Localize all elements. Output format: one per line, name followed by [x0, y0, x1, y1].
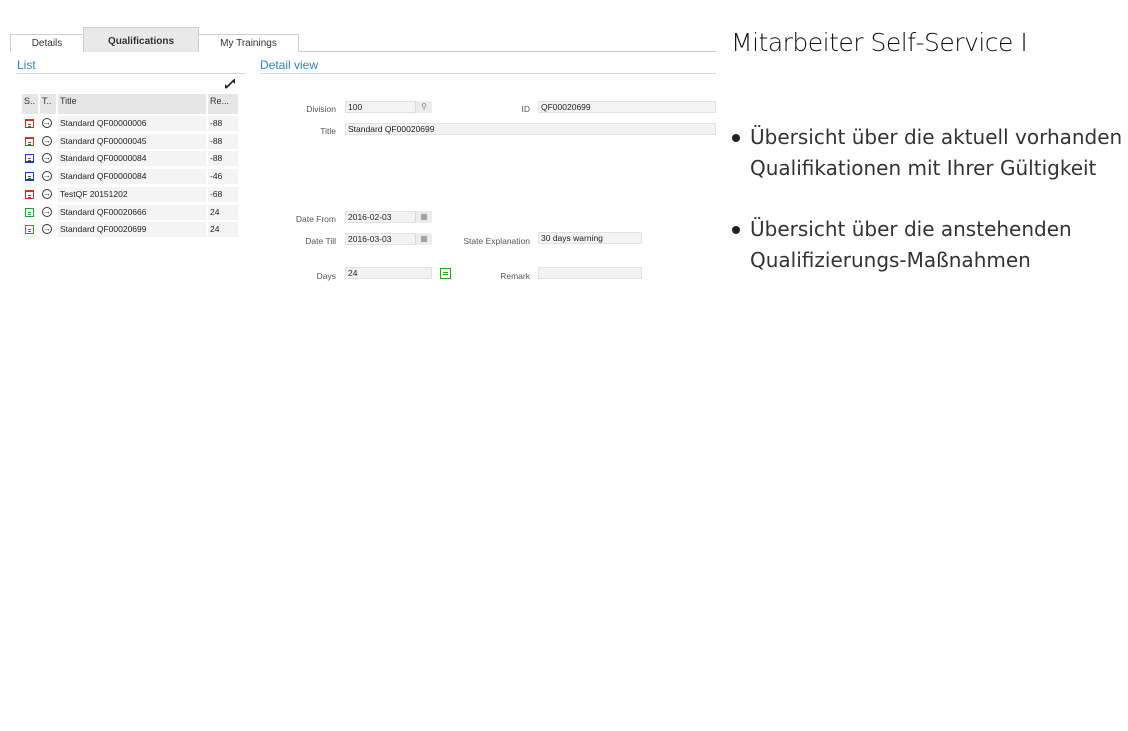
column-header-type[interactable]: T..: [40, 94, 56, 114]
detail-section-title: Detail view: [260, 58, 319, 72]
table-row[interactable]: → Standard QF00000006 -88: [22, 116, 238, 131]
list-header: S.. T.. Title Re...: [22, 94, 238, 114]
table-row[interactable]: → Standard QF00020699 24: [22, 222, 238, 237]
search-icon[interactable]: ⚲: [415, 101, 432, 113]
state-explanation-label: State Explanation: [463, 236, 530, 246]
bullet-item: Übersicht über die aktuell vorhanden Qua…: [732, 122, 1124, 184]
remaining-cell: 24: [208, 205, 238, 220]
list-divider: [17, 73, 245, 74]
remaining-cell: 24: [208, 222, 238, 237]
status-cell: [22, 169, 38, 184]
arrow-right-icon[interactable]: →: [42, 189, 52, 199]
title-cell: Standard QF00020666: [58, 205, 206, 220]
status-blue-icon: [25, 172, 34, 181]
status-green-icon: [25, 208, 34, 217]
calendar-icon[interactable]: ▦: [415, 233, 432, 245]
date-till-label: Date Till: [305, 236, 336, 246]
tab-qualifications[interactable]: Qualifications: [83, 27, 199, 52]
remaining-cell: -88: [208, 134, 238, 149]
status-cell: [22, 205, 38, 220]
division-field[interactable]: 100 ⚲: [345, 101, 432, 113]
arrow-right-icon[interactable]: →: [42, 207, 52, 217]
remark-label: Remark: [500, 271, 530, 281]
remaining-cell: -46: [208, 169, 238, 184]
status-cell: [22, 116, 38, 131]
arrow-right-icon[interactable]: →: [42, 136, 52, 146]
status-blue-icon: [25, 154, 34, 163]
remaining-cell: -68: [208, 187, 238, 202]
remark-field[interactable]: [538, 267, 642, 279]
bullet-text: Übersicht über die anstehenden Qualifizi…: [750, 217, 1072, 272]
state-explanation-field[interactable]: 30 days warning: [538, 232, 642, 244]
bullet-dot-icon: [732, 134, 740, 142]
title-cell: TestQF 20151202: [58, 187, 206, 202]
title-cell: Standard QF00020699: [58, 222, 206, 237]
division-value: 100: [348, 102, 363, 112]
bullet-dot-icon: [732, 226, 740, 234]
table-row[interactable]: → Standard QF00000045 -88: [22, 134, 238, 149]
title-field[interactable]: Standard QF00020699: [345, 123, 716, 135]
column-header-status[interactable]: S..: [22, 94, 38, 114]
status-red-icon: [25, 190, 34, 199]
id-label: ID: [521, 104, 531, 114]
title-cell: Standard QF00000045: [58, 134, 206, 149]
table-row[interactable]: → Standard QF00020666 24: [22, 205, 238, 220]
title-cell: Standard QF00000006: [58, 116, 206, 131]
table-row[interactable]: → TestQF 20151202 -68: [22, 187, 238, 202]
table-row[interactable]: → Standard QF00000084 -46: [22, 169, 238, 184]
tab-details[interactable]: Details: [10, 34, 84, 52]
status-cell: [22, 151, 38, 166]
bullet-item: Übersicht über die anstehenden Qualifizi…: [732, 214, 1124, 276]
date-till-field[interactable]: 2016-03-03 ▦: [345, 233, 432, 245]
calendar-icon[interactable]: ▦: [415, 211, 432, 223]
title-cell: Standard QF00000084: [58, 169, 206, 184]
arrow-right-icon[interactable]: →: [42, 118, 52, 128]
date-from-field[interactable]: 2016-02-03 ▦: [345, 211, 432, 223]
list-section-title: List: [17, 58, 36, 72]
slide-title: Mitarbeiter Self-Service I: [731, 28, 1028, 57]
division-label: Division: [306, 104, 336, 114]
column-header-remaining[interactable]: Re...: [208, 94, 238, 114]
remaining-cell: -88: [208, 116, 238, 131]
arrow-right-icon[interactable]: →: [42, 171, 52, 181]
title-cell: Standard QF00000084: [58, 151, 206, 166]
arrow-right-icon[interactable]: →: [42, 224, 52, 234]
remaining-cell: -88: [208, 151, 238, 166]
tab-my-trainings[interactable]: My Trainings: [198, 34, 299, 52]
days-field[interactable]: 24: [345, 267, 432, 279]
bullet-text: Übersicht über die aktuell vorhanden Qua…: [750, 125, 1123, 180]
status-green-icon: [440, 268, 451, 279]
status-green-icon: [25, 225, 34, 234]
status-cell: [22, 187, 38, 202]
title-label: Title: [320, 126, 336, 136]
detail-divider: [260, 73, 716, 74]
status-cell: [22, 222, 38, 237]
tab-bar: Details Qualifications My Trainings: [10, 27, 716, 52]
date-from-value: 2016-02-03: [348, 212, 392, 222]
date-from-label: Date From: [295, 214, 336, 224]
id-field[interactable]: QF00020699: [538, 101, 716, 113]
status-red-icon: [25, 137, 34, 146]
status-red-icon: [25, 119, 34, 128]
table-row[interactable]: → Standard QF00000084 -88: [22, 151, 238, 166]
days-label: Days: [316, 271, 336, 281]
arrow-right-icon[interactable]: →: [42, 153, 52, 163]
column-header-title[interactable]: Title: [58, 94, 206, 114]
date-till-value: 2016-03-03: [348, 234, 392, 244]
status-cell: [22, 134, 38, 149]
expand-icon[interactable]: [223, 77, 237, 91]
